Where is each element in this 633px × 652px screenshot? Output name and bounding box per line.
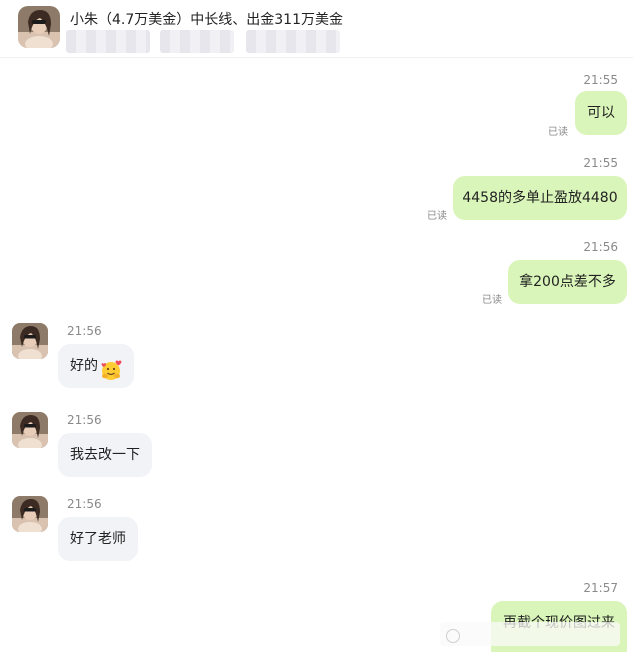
outgoing-message-bubble[interactable]: 4458的多单止盈放4480 (453, 176, 627, 220)
contact-avatar[interactable] (12, 323, 48, 359)
read-status: 已读 (482, 295, 502, 306)
redacted-tag (246, 30, 340, 53)
message-timestamp: 21:55 (583, 156, 618, 170)
message-timestamp: 21:57 (583, 581, 618, 595)
message-timestamp: 21:55 (583, 73, 618, 87)
watermark-overlay (440, 622, 620, 646)
message-text: 好的 (70, 358, 98, 374)
message-timestamp: 21:56 (67, 413, 102, 427)
redacted-tag (160, 30, 234, 53)
hugging-face-hearts-emoji (100, 355, 122, 380)
incoming-message-bubble[interactable]: 好了老师 (58, 517, 138, 561)
message-timestamp: 21:56 (67, 497, 102, 511)
redacted-tag (66, 30, 150, 53)
outgoing-message-bubble[interactable]: 可以 (575, 91, 627, 135)
contact-avatar[interactable] (12, 496, 48, 532)
contact-avatar[interactable] (12, 412, 48, 448)
chat-header: 小朱（4.7万美金）中长线、出金311万美金 (0, 0, 633, 58)
read-status: 已读 (548, 127, 568, 138)
chat-title: 小朱（4.7万美金）中长线、出金311万美金 (70, 12, 343, 28)
incoming-message-bubble[interactable]: 我去改一下 (58, 433, 152, 477)
chat-window: 小朱（4.7万美金）中长线、出金311万美金 21:55 可以 已读 21:55… (0, 0, 633, 652)
message-timestamp: 21:56 (67, 324, 102, 338)
watermark-icon (446, 629, 460, 643)
message-timestamp: 21:56 (583, 240, 618, 254)
outgoing-message-bubble[interactable]: 拿200点差不多 (508, 260, 627, 304)
contact-avatar[interactable] (18, 6, 60, 48)
incoming-message-bubble[interactable]: 好的 (58, 344, 134, 388)
read-status: 已读 (427, 211, 447, 222)
